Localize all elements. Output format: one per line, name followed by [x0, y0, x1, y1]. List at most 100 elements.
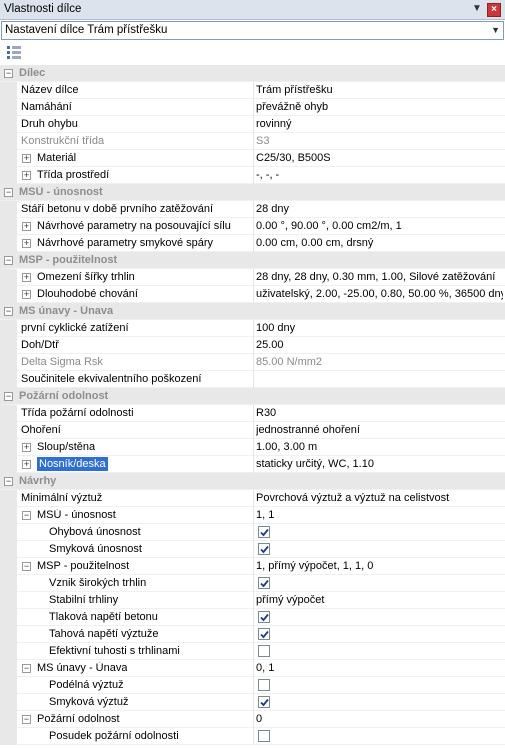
property-checkbox[interactable]: [258, 645, 270, 657]
property-row-podelna-vyztuz[interactable]: Podélná výztuž: [0, 677, 505, 694]
property-row-smykova-unosnost[interactable]: Smyková únosnost: [0, 541, 505, 558]
column-divider[interactable]: [253, 456, 254, 473]
property-value[interactable]: Trám přístřešku: [256, 84, 503, 96]
property-row-nosnik-deska[interactable]: + Nosník/deska staticky určitý, WC, 1.10: [0, 456, 505, 473]
property-checkbox[interactable]: [258, 526, 270, 538]
property-value[interactable]: 0, 1: [256, 662, 503, 674]
property-value[interactable]: 0.00 °, 90.00 °, 0.00 cm2/m, 1: [256, 220, 503, 232]
column-divider[interactable]: [253, 541, 254, 558]
expand-icon[interactable]: +: [22, 171, 31, 180]
property-value[interactable]: 1.00, 3.00 m: [256, 441, 503, 453]
property-checkbox[interactable]: [258, 577, 270, 589]
column-divider[interactable]: [253, 99, 254, 116]
column-divider[interactable]: [253, 609, 254, 626]
expand-icon[interactable]: +: [22, 222, 31, 231]
column-divider[interactable]: [253, 82, 254, 99]
property-row-nazev-dilce[interactable]: Název dílce Trám přístřešku: [0, 82, 505, 99]
collapse-icon[interactable]: −: [22, 511, 31, 520]
property-row-smykova-vyztuz[interactable]: Smyková výztuž: [0, 694, 505, 711]
property-row-trida-pozarni-odolnosti[interactable]: Třída požární odolnosti R30: [0, 405, 505, 422]
property-value[interactable]: staticky určitý, WC, 1.10: [256, 458, 503, 470]
column-divider[interactable]: [253, 150, 254, 167]
expand-icon[interactable]: +: [22, 460, 31, 469]
pin-icon[interactable]: ▼: [470, 3, 484, 17]
column-divider[interactable]: [253, 354, 254, 371]
column-divider[interactable]: [253, 167, 254, 184]
property-row-ohybova-unosnost[interactable]: Ohybová únosnost: [0, 524, 505, 541]
property-checkbox[interactable]: [258, 679, 270, 691]
property-value[interactable]: 100 dny: [256, 322, 503, 334]
column-divider[interactable]: [253, 133, 254, 150]
expand-icon[interactable]: +: [22, 290, 31, 299]
collapse-icon[interactable]: −: [4, 477, 13, 486]
collapse-icon[interactable]: −: [4, 392, 13, 401]
collapse-icon[interactable]: −: [22, 664, 31, 673]
category-msu-unosnost[interactable]: − MSÚ - únosnost: [0, 184, 505, 201]
column-divider[interactable]: [253, 405, 254, 422]
property-row-omezeni-sirky-trhlin[interactable]: + Omezení šířky trhlin 28 dny, 28 dny, 0.3…: [0, 269, 505, 286]
column-divider[interactable]: [253, 677, 254, 694]
property-value[interactable]: R30: [256, 407, 503, 419]
column-divider[interactable]: [253, 235, 254, 252]
property-value[interactable]: 85.00 N/mm2: [256, 356, 503, 368]
category-pozarni-odolnost[interactable]: − Požární odolnost: [0, 388, 505, 405]
property-row-stari-betonu-v-dobe-prvniho-zatezovani[interactable]: Stáří betonu v době prvního zatěžování 28…: [0, 201, 505, 218]
column-divider[interactable]: [253, 286, 254, 303]
category-dilec[interactable]: − Dílec: [0, 65, 505, 82]
column-divider[interactable]: [253, 694, 254, 711]
property-row-sloup-stena[interactable]: + Sloup/stěna 1.00, 3.00 m: [0, 439, 505, 456]
property-row-pozarni-odolnost[interactable]: − Požární odolnost 0: [0, 711, 505, 728]
property-row-tahova-napeti-vyztuze[interactable]: Tahová napětí výztuže: [0, 626, 505, 643]
collapse-icon[interactable]: −: [22, 715, 31, 724]
component-settings-select[interactable]: Nastavení dílce Trám přístřešku ▼: [1, 21, 504, 40]
property-row-konstrukcni-trida[interactable]: Konstrukční třída S3: [0, 133, 505, 150]
property-row-namahani[interactable]: Namáhání převážně ohyb: [0, 99, 505, 116]
column-divider[interactable]: [253, 422, 254, 439]
category-msp-pouzitelnost[interactable]: − MSP - použitelnost: [0, 252, 505, 269]
close-icon[interactable]: ×: [487, 3, 501, 17]
property-row-efektivni-tuhosti-s-trhlinami[interactable]: Efektivní tuhosti s trhlinami: [0, 643, 505, 660]
property-value[interactable]: převážně ohyb: [256, 101, 503, 113]
property-value[interactable]: 25.00: [256, 339, 503, 351]
property-row-druh-ohybu[interactable]: Druh ohybu rovinný: [0, 116, 505, 133]
expand-icon[interactable]: +: [22, 239, 31, 248]
collapse-icon[interactable]: −: [22, 562, 31, 571]
column-divider[interactable]: [253, 558, 254, 575]
column-divider[interactable]: [253, 575, 254, 592]
collapse-icon[interactable]: −: [4, 256, 13, 265]
property-row-ohoreni[interactable]: Ohoření jednostranné ohoření: [0, 422, 505, 439]
property-row-soucinitele-ekvivalentniho-poskozeni[interactable]: Součinitele ekvivalentního poškození: [0, 371, 505, 388]
property-row-vznik-sirokych-trhlin[interactable]: Vznik širokých trhlin: [0, 575, 505, 592]
property-row-navrhove-parametry-smykove-spary[interactable]: + Návrhové parametry smykové spáry 0.00 cm…: [0, 235, 505, 252]
collapse-icon[interactable]: −: [4, 307, 13, 316]
property-row-msu-unosnost[interactable]: − MSÚ - únosnost 1, 1: [0, 507, 505, 524]
property-row-dlouhodobe-chovani[interactable]: + Dlouhodobé chování uživatelský, 2.00, -2…: [0, 286, 505, 303]
property-row-delta-sigma-rsk[interactable]: Delta Sigma Rsk 85.00 N/mm2: [0, 354, 505, 371]
property-value[interactable]: Povrchová výztuž a výztuž na celistvost: [256, 492, 503, 504]
property-row-msp-pouzitelnost[interactable]: − MSP - použitelnost 1, přímý výpočet, 1, …: [0, 558, 505, 575]
column-divider[interactable]: [253, 201, 254, 218]
property-value[interactable]: jednostranné ohoření: [256, 424, 503, 436]
property-value[interactable]: 28 dny: [256, 203, 503, 215]
property-row-navrhove-parametry-na-posouvajici-silu[interactable]: + Návrhové parametry na posouvající sílu 0…: [0, 218, 505, 235]
column-divider[interactable]: [253, 337, 254, 354]
column-divider[interactable]: [253, 269, 254, 286]
property-row-stabilni-trhliny[interactable]: Stabilní trhliny přímý výpočet: [0, 592, 505, 609]
property-row-material[interactable]: + Materiál C25/30, B500S: [0, 150, 505, 167]
column-divider[interactable]: [253, 728, 254, 745]
property-checkbox[interactable]: [258, 543, 270, 555]
collapse-icon[interactable]: −: [4, 188, 13, 197]
expand-icon[interactable]: +: [22, 443, 31, 452]
property-value[interactable]: C25/30, B500S: [256, 152, 503, 164]
property-row-minimalni-vyztuz[interactable]: Minimální výztuž Povrchová výztuž a výztu…: [0, 490, 505, 507]
property-row-doh-dtr[interactable]: Doh/Dtř 25.00: [0, 337, 505, 354]
category-navrhy[interactable]: − Návrhy: [0, 473, 505, 490]
property-value[interactable]: uživatelský, 2.00, -25.00, 0.80, 50.00 %…: [256, 288, 503, 300]
column-divider[interactable]: [253, 320, 254, 337]
property-value[interactable]: 1, přímý výpočet, 1, 1, 0: [256, 560, 503, 572]
property-value[interactable]: 0.00 cm, 0.00 cm, drsný: [256, 237, 503, 249]
property-value[interactable]: S3: [256, 135, 503, 147]
property-row-trida-prostredi[interactable]: + Třída prostředí -, -, -: [0, 167, 505, 184]
column-divider[interactable]: [253, 626, 254, 643]
property-value[interactable]: 1, 1: [256, 509, 503, 521]
